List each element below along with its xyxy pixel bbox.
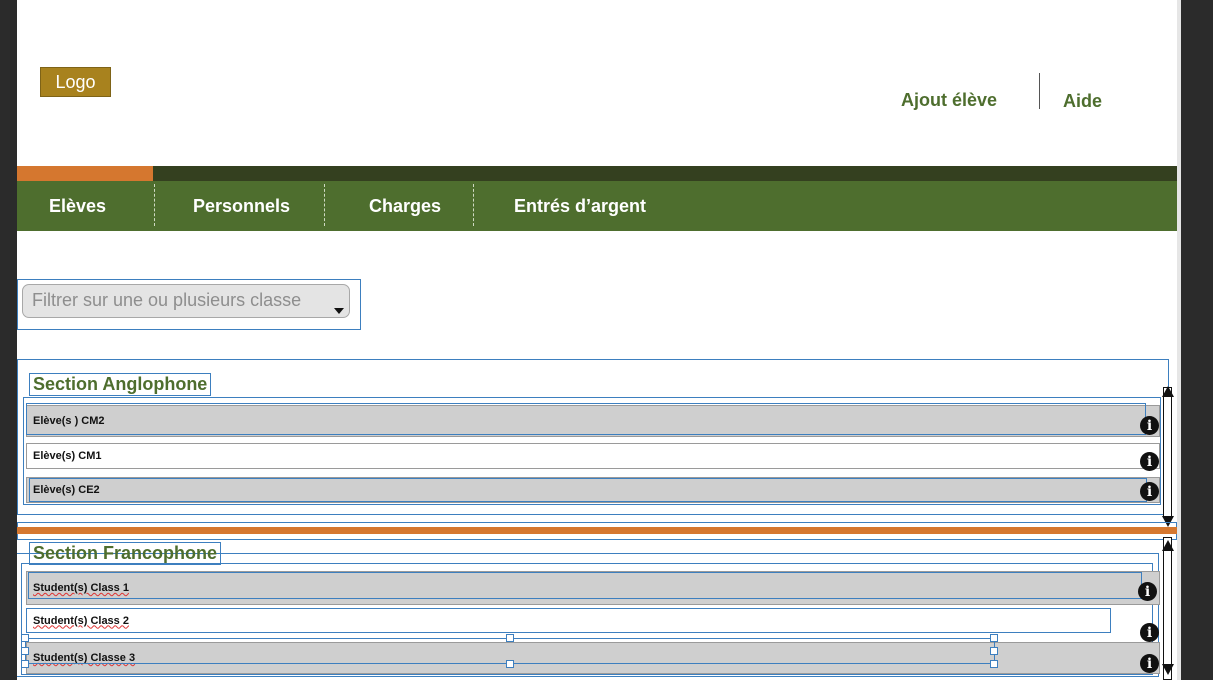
nav-separator (154, 184, 155, 226)
list-item-label: Elève(s ) CM2 (33, 415, 105, 427)
info-icon[interactable]: i (1140, 482, 1159, 501)
section-francophone-title: Section Francophone (29, 542, 222, 565)
chevron-down-icon[interactable] (334, 308, 344, 314)
nav-top-strip (17, 166, 1177, 181)
resize-handle[interactable] (990, 634, 998, 642)
resize-handle[interactable] (990, 660, 998, 668)
section-anglophone-title: Section Anglophone (29, 373, 212, 396)
header-separator (1039, 73, 1040, 109)
list-item-label: Elève(s) CE2 (33, 484, 100, 496)
info-icon[interactable]: i (1140, 623, 1159, 642)
tab-entrees-argent[interactable]: Entrés d’argent (514, 181, 646, 231)
logo[interactable]: Logo (40, 67, 111, 97)
list-item[interactable]: Elève(s) CE2 (26, 477, 1160, 503)
resize-handle[interactable] (21, 660, 29, 668)
info-icon[interactable]: i (1140, 416, 1159, 435)
list-item-label: Student(s) Class 2 (33, 614, 129, 627)
info-icon[interactable]: i (1140, 452, 1159, 471)
page-canvas: Logo Ajout élève Aide Elèves Personnels … (17, 0, 1177, 680)
resize-handle[interactable] (21, 647, 29, 655)
section-divider (17, 527, 1177, 534)
list-item[interactable]: Student(s) Class 1 (26, 571, 1160, 605)
nav-separator (473, 184, 474, 226)
list-item-label: Student(s) Class 1 (33, 582, 129, 594)
tab-eleves[interactable]: Elèves (49, 181, 106, 231)
scroll-up-icon[interactable] (1162, 386, 1174, 397)
nav-separator (324, 184, 325, 226)
tab-personnels[interactable]: Personnels (193, 181, 290, 231)
resize-handle[interactable] (506, 660, 514, 668)
list-item-label: Elève(s) CM1 (33, 450, 102, 462)
info-icon[interactable]: i (1138, 582, 1157, 601)
window-edge-left (0, 0, 17, 680)
list-item[interactable]: Elève(s) CM1 (26, 443, 1160, 469)
scroll-down-icon[interactable] (1162, 664, 1174, 675)
nav-active-indicator (17, 166, 153, 181)
main-nav: Elèves Personnels Charges Entrés d’argen… (17, 181, 1177, 231)
info-icon[interactable]: i (1140, 654, 1159, 673)
resize-handle[interactable] (990, 647, 998, 655)
scrollbar[interactable] (1163, 387, 1172, 517)
resize-handle[interactable] (21, 634, 29, 642)
add-student-link[interactable]: Ajout élève (901, 90, 997, 111)
class-filter-select[interactable]: Filtrer sur une ou plusieurs classe (22, 284, 350, 318)
scroll-up-icon[interactable] (1162, 540, 1174, 551)
scrollbar[interactable] (1163, 537, 1172, 680)
tab-charges[interactable]: Charges (369, 181, 441, 231)
help-link[interactable]: Aide (1063, 91, 1102, 112)
resize-handle[interactable] (506, 634, 514, 642)
window-edge-right (1177, 0, 1181, 680)
list-item[interactable]: Student(s) Class 2 (26, 608, 1111, 633)
list-item[interactable]: Elève(s ) CM2 (26, 405, 1160, 437)
